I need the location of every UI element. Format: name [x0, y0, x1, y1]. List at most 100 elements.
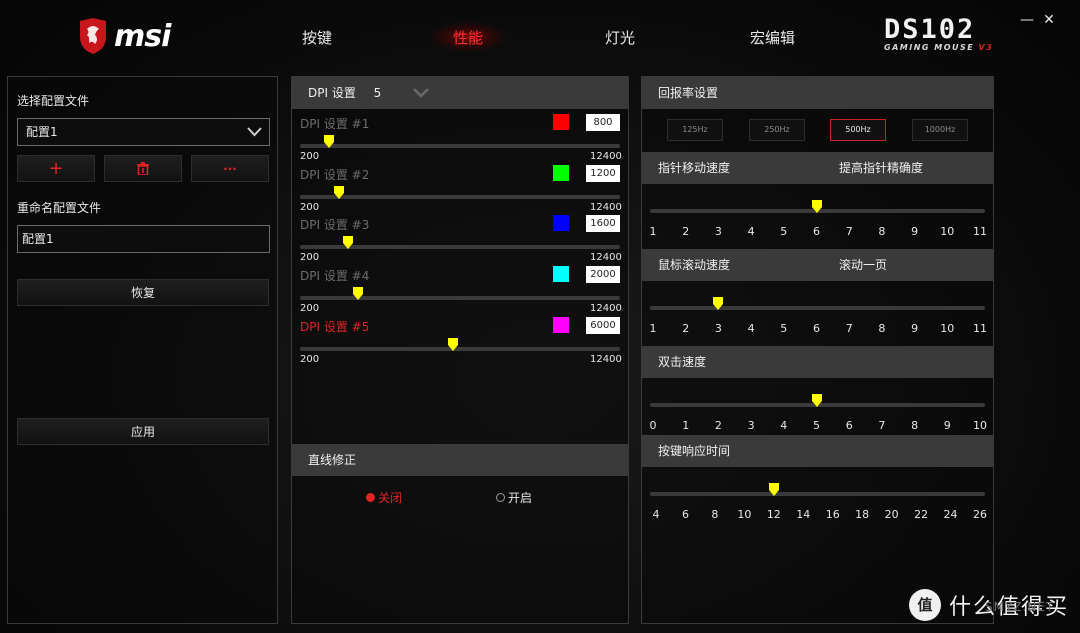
dpi-slider-thumb[interactable] [447, 336, 458, 351]
product-name: DS102 [884, 14, 976, 45]
scale-tick-label: 6 [813, 322, 820, 335]
dpi-setting-label[interactable]: DPI 设置 #4 [300, 267, 369, 284]
rename-profile-input[interactable]: 配置1 [17, 225, 270, 253]
scale-tick-label: 14 [796, 508, 811, 521]
response-time-header: 按键响应时间 [642, 435, 993, 467]
rename-profile-label: 重命名配置文件 [17, 201, 102, 215]
dpi-min-label: 200 [300, 353, 320, 365]
double-click-header: 双击速度 [642, 346, 993, 378]
angle-snapping-on-label: 开启 [508, 491, 533, 505]
dpi-title: DPI 设置 [308, 86, 356, 100]
tab-macro[interactable]: 宏编辑 [750, 27, 795, 48]
slider-thumb[interactable] [811, 198, 822, 213]
restore-button[interactable]: 恢复 [17, 279, 269, 306]
scale-tick-label: 6 [681, 508, 689, 521]
brand-name: msi [114, 18, 171, 54]
radio-selected-icon [366, 493, 375, 502]
slider-thumb[interactable] [811, 392, 822, 407]
enhance-precision-label[interactable]: 提高指针精确度 [839, 152, 923, 184]
angle-snapping-on-radio[interactable]: 开启 [496, 489, 532, 506]
dpi-value-input[interactable]: 800 [586, 114, 620, 131]
slider-track[interactable] [650, 492, 985, 496]
scale-tick-label: 6 [813, 225, 820, 238]
dpi-color-swatch[interactable] [553, 114, 569, 130]
dpi-slider-thumb[interactable] [333, 184, 344, 199]
delete-profile-button[interactable] [104, 155, 182, 182]
dpi-color-swatch[interactable] [553, 164, 569, 181]
dpi-slider-track[interactable] [300, 296, 620, 301]
pointer-speed-title: 指针移动速度 [658, 161, 731, 175]
slider-track[interactable] [650, 306, 985, 310]
dpi-color-swatch[interactable] [553, 266, 569, 283]
dpi-slider-thumb[interactable] [324, 133, 335, 148]
dpi-slider-thumb[interactable] [352, 285, 363, 301]
scale-tick-label: 11 [973, 322, 987, 335]
slider-thumb[interactable] [713, 295, 724, 310]
scale-tick-label: 8 [711, 508, 719, 521]
rate-500hz-button[interactable]: 500Hz [830, 119, 886, 141]
scroll-one-page-label[interactable]: 滚动一页 [839, 249, 887, 281]
close-button[interactable]: ✕ [1041, 12, 1057, 32]
dpi-color-swatch[interactable] [553, 316, 569, 333]
dpi-value-input[interactable]: 1600 [586, 215, 620, 233]
scale-tick-label: 7 [845, 225, 853, 238]
watermark-site: SMYZ.NET [985, 600, 1055, 614]
scale-tick-label: 1 [682, 419, 690, 432]
tab-keys[interactable]: 按键 [302, 27, 332, 48]
apply-button[interactable]: 应用 [17, 418, 269, 445]
scale-tick-label: 20 [884, 508, 899, 521]
scale-tick-label: 0 [649, 419, 657, 432]
scale-tick-label: 10 [940, 225, 955, 238]
dpi-setting-label[interactable]: DPI 设置 #1 [300, 115, 369, 132]
dpi-slider-thumb[interactable] [343, 234, 354, 250]
dpi-setting-label[interactable]: DPI 设置 #3 [300, 216, 369, 233]
dpi-max-label: 12400 [590, 151, 622, 162]
product-version: V3 [978, 43, 994, 52]
brand-logo: msi [78, 17, 171, 55]
angle-snapping-off-radio[interactable]: 关闭 [366, 489, 402, 506]
chevron-down-icon[interactable] [413, 88, 429, 98]
rate-250hz-button[interactable]: 250Hz [749, 119, 805, 141]
dpi-slider-track[interactable] [300, 144, 620, 148]
angle-snapping-off-label: 关闭 [378, 491, 403, 505]
scale-tick-label: 22 [914, 508, 929, 521]
scale-tick-label: 8 [878, 322, 886, 335]
scale-tick-label: 10 [940, 322, 955, 335]
tab-performance[interactable]: 性能 [453, 27, 483, 48]
dpi-slider-track[interactable] [300, 194, 620, 199]
scale-tick-label: 9 [911, 225, 919, 238]
dpi-value-input[interactable]: 6000 [586, 316, 620, 334]
dpi-max-label: 12400 [590, 201, 622, 213]
scale-tick-label: 18 [855, 508, 870, 521]
dpi-value-input[interactable]: 1200 [586, 164, 620, 182]
dpi-count[interactable]: 5 [374, 86, 382, 100]
dpi-value-input[interactable]: 2000 [586, 266, 620, 284]
scale-tick-label: 4 [747, 322, 755, 335]
profile-select[interactable]: 配置1 [17, 118, 270, 146]
dpi-setting-label[interactable]: DPI 设置 #5 [300, 318, 369, 335]
dpi-slider-track[interactable] [300, 346, 620, 351]
dpi-setting-label[interactable]: DPI 设置 #2 [300, 166, 369, 183]
profile-select-value: 配置1 [26, 125, 58, 139]
rate-1000hz-button[interactable]: 1000Hz [912, 119, 968, 141]
more-options-button[interactable]: ··· [191, 155, 269, 182]
dpi-min-label: 200 [300, 201, 320, 213]
scale-tick-label: 11 [973, 225, 987, 238]
dpi-color-swatch[interactable] [553, 215, 569, 232]
scale-tick-label: 7 [878, 419, 886, 432]
minimize-button[interactable]: — [1019, 12, 1035, 32]
angle-snapping-header: 直线修正 [292, 444, 628, 476]
scale-tick-label: 4 [780, 419, 788, 432]
scale-tick-label: 4 [652, 508, 660, 521]
scroll-speed-header: 鼠标滚动速度 滚动一页 [642, 249, 993, 281]
slider-thumb[interactable] [768, 481, 779, 496]
scale-tick-label: 12 [766, 508, 781, 521]
add-profile-button[interactable]: + [17, 155, 95, 182]
rate-125hz-button[interactable]: 125Hz [667, 119, 723, 141]
scale-tick-label: 9 [943, 419, 951, 432]
app-header: msi 按键 性能 灯光 宏编辑 DS102 GAMING MOUSE V3 —… [0, 0, 1080, 70]
dpi-max-label: 12400 [590, 303, 622, 315]
tab-lighting[interactable]: 灯光 [605, 27, 635, 48]
pointer-speed-header: 指针移动速度 提高指针精确度 [642, 152, 993, 184]
scale-tick-label: 5 [780, 322, 788, 335]
